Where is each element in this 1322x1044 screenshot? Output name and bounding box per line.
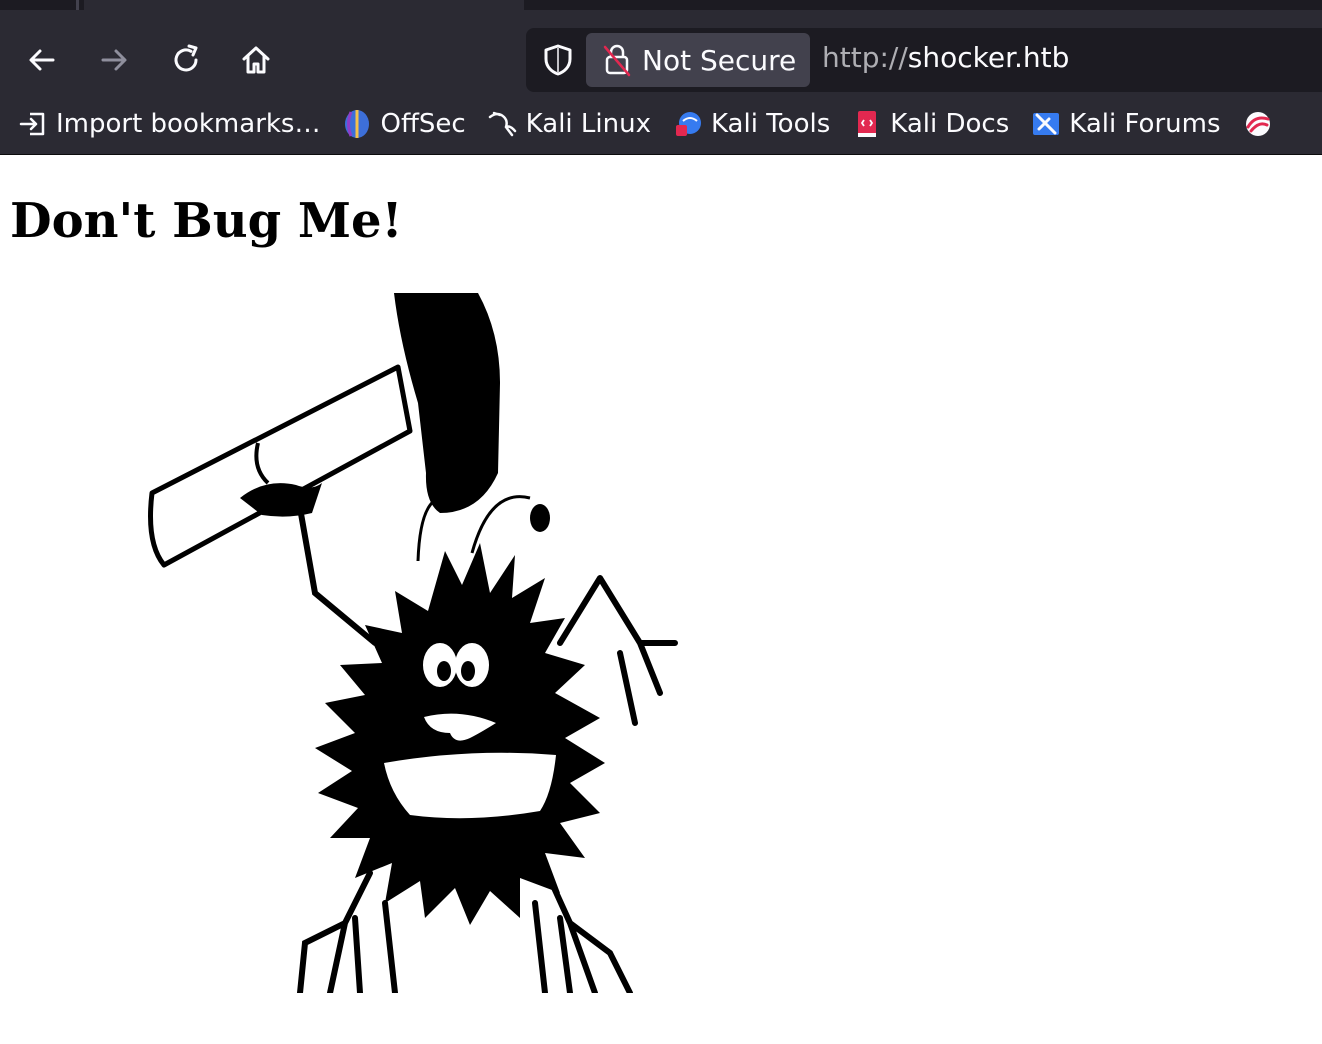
bookmark-kali-tools[interactable]: Kali Tools — [673, 109, 830, 139]
offsec-icon — [345, 110, 370, 138]
tab-divider — [76, 0, 79, 10]
tab-strip — [0, 0, 1322, 10]
tracking-protection-shield-icon[interactable] — [540, 42, 576, 78]
bookmark-kali-forums[interactable]: Kali Forums — [1031, 109, 1221, 139]
reload-icon — [174, 44, 198, 72]
bookmark-label: Import bookmarks… — [56, 109, 321, 139]
site-security-button[interactable]: Not Secure — [586, 33, 810, 87]
back-button[interactable] — [14, 32, 70, 88]
bookmark-import[interactable]: Import bookmarks… — [18, 109, 320, 139]
home-button[interactable] — [228, 32, 284, 88]
url-bar[interactable]: Not Secure http://shocker.htb — [526, 28, 1322, 92]
kali-forums-icon — [1033, 113, 1060, 135]
bookmark-label: Kali Docs — [890, 109, 1010, 139]
bookmark-label: OffSec — [380, 109, 466, 139]
bookmark-label: Kali Tools — [710, 109, 831, 139]
bookmark-kali-nethunter[interactable] — [1243, 109, 1281, 139]
bookmark-offsec[interactable]: OffSec — [342, 109, 466, 139]
home-icon — [242, 46, 270, 74]
bug-with-hammer-image — [148, 293, 678, 993]
bookmark-label: Kali Forums — [1069, 109, 1221, 139]
kali-dragon-icon — [488, 111, 516, 137]
url-host: shocker.htb — [907, 41, 1070, 74]
page-heading: Don't Bug Me! — [10, 193, 403, 249]
kali-docs-icon — [858, 111, 877, 137]
bookmark-label: Kali Linux — [525, 109, 651, 139]
arrow-right-icon — [101, 49, 127, 71]
import-icon — [19, 112, 45, 136]
kali-nethunter-icon — [1245, 112, 1270, 136]
kali-tools-icon — [675, 112, 701, 136]
arrow-left-icon — [29, 49, 55, 71]
not-secure-label: Not Secure — [642, 43, 797, 77]
reload-button[interactable] — [158, 32, 214, 88]
url-scheme: http:// — [822, 41, 908, 74]
forward-button[interactable] — [86, 32, 142, 88]
insecure-lock-icon — [603, 44, 631, 77]
bookmark-kali-linux[interactable]: Kali Linux — [488, 109, 651, 139]
active-tab[interactable] — [84, 0, 524, 10]
url-text[interactable]: http://shocker.htb — [822, 41, 1069, 74]
bookmarks-toolbar: Import bookmarks… OffSec Kali Linux Kali… — [0, 94, 1322, 155]
bookmark-kali-docs[interactable]: Kali Docs — [852, 109, 1009, 139]
navigation-toolbar: Not Secure http://shocker.htb — [0, 10, 1322, 94]
